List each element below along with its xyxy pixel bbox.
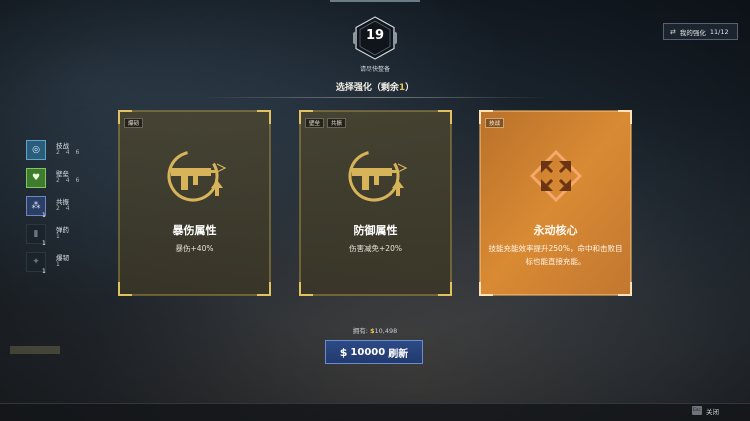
synergy-levels: 2 4 6 <box>56 149 82 156</box>
refresh-cost: 10000 <box>350 346 386 358</box>
close-button[interactable]: 关闭 <box>706 406 719 416</box>
card-description: 技能充能效率提升250%，命中和击败目标也能直接充能。 <box>488 244 623 266</box>
gun-upgrade-icon <box>348 150 408 202</box>
card-description: 暴伤+40% <box>175 244 214 253</box>
card-tags: 技战 <box>485 118 505 128</box>
tag-label: 技战 <box>485 118 505 128</box>
refresh-label: 刷新 <box>388 348 409 360</box>
synergy-badge: 1 <box>42 240 46 247</box>
gun-upgrade-icon <box>167 150 227 202</box>
tag-label: 爆韧 <box>124 118 144 128</box>
synergy-badge: 1 <box>42 268 46 275</box>
synergy-item-tenacity[interactable]: ✦ 1 爆韧 1 <box>24 250 104 278</box>
owned-value: 10,498 <box>374 327 398 335</box>
footer-bar <box>0 403 750 421</box>
dollar-icon: $ <box>339 345 348 359</box>
timer-subtitle: 请尽快整备 <box>359 66 390 73</box>
synergy-sidebar: ◎ 技战 2 4 6 ♥ 壁垒 2 4 6 ⁂ 1 共振 2 4 ▮ 1 弹药 … <box>24 138 104 278</box>
card-tags: 壁垒 共振 <box>305 118 347 128</box>
card-description: 伤害减免+20% <box>349 244 402 253</box>
synergy-levels: 2 4 6 <box>56 177 82 184</box>
synergy-item-ammo[interactable]: ▮ 1 弹药 1 <box>24 222 104 250</box>
synergy-item-tech[interactable]: ◎ 技战 2 4 6 <box>24 138 104 166</box>
my-upgrades-count: 11/12 <box>709 27 729 36</box>
choose-upgrade-title: 选择强化（剩余1） <box>250 80 500 93</box>
swap-icon: ⇄ <box>670 27 676 36</box>
choose-title-prefix: 选择强化（剩余 <box>335 83 399 93</box>
card-title: 防御属性 <box>353 224 398 237</box>
tech-synergy-icon: ◎ <box>26 140 46 160</box>
synergy-item-resonance[interactable]: ⁂ 1 共振 2 4 <box>24 194 104 222</box>
owned-label: 拥有: <box>352 327 368 335</box>
choose-title-suffix: ） <box>405 83 415 93</box>
tag-label: 共振 <box>327 118 347 128</box>
countdown-timer: 19 请尽快整备 <box>340 16 410 73</box>
upgrade-card-perpetual-core[interactable]: 技战 永动核心 技能充能效率提升250%，命中和击败目标也能直接充能。 <box>479 110 632 296</box>
esc-key-icon: Esc <box>692 406 702 415</box>
refresh-button[interactable]: $ 10000 刷新 <box>325 340 423 364</box>
my-upgrades-button[interactable]: ⇄ 我的强化 11/12 <box>663 23 738 40</box>
synergy-levels: 1 <box>56 261 62 268</box>
shield-heart-icon: ♥ <box>26 168 46 188</box>
synergy-levels: 2 4 <box>56 205 72 212</box>
top-strip <box>330 0 420 2</box>
title-divider <box>200 97 550 98</box>
core-arrows-icon <box>529 149 583 203</box>
card-title: 永动核心 <box>533 224 578 237</box>
synergy-levels: 1 <box>56 233 62 240</box>
synergy-item-fortress[interactable]: ♥ 壁垒 2 4 6 <box>24 166 104 194</box>
card-title: 暴伤属性 <box>172 224 217 237</box>
background-bar <box>10 346 60 354</box>
card-tags: 爆韧 <box>124 118 144 128</box>
owned-currency: 拥有: $10,498 <box>300 325 450 335</box>
timer-value: 19 <box>365 28 385 43</box>
tag-label: 壁垒 <box>305 118 325 128</box>
upgrade-card-crit-damage[interactable]: 爆韧 暴伤属性 暴伤+40% <box>118 110 271 296</box>
upgrade-card-defense[interactable]: 壁垒 共振 防御属性 伤害减免+20% <box>299 110 452 296</box>
synergy-badge: 1 <box>42 212 46 219</box>
my-upgrades-label: 我的强化 <box>679 28 706 37</box>
